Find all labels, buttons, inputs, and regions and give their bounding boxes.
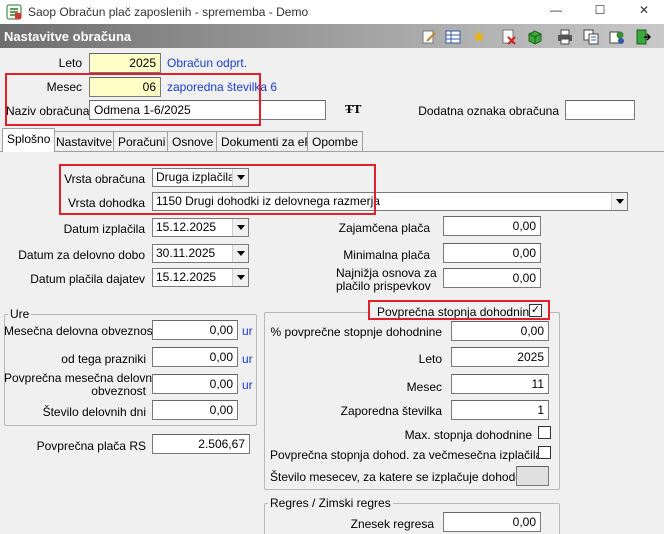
minimalna-input[interactable]: 0,00 bbox=[443, 243, 541, 263]
tab-opombe[interactable]: Opombe bbox=[307, 131, 364, 151]
st-mesecev-label: Število mesecev, za katere se izplačuje … bbox=[270, 470, 528, 484]
exit-icon[interactable] bbox=[634, 29, 652, 45]
placa-rs-label: Povprečna plača RS bbox=[36, 439, 146, 453]
stevilo-dni-label: Število delovnih dni bbox=[42, 405, 146, 419]
datum-delovno-value: 30.11.2025 bbox=[156, 246, 216, 260]
dodatna-oznaka-input[interactable] bbox=[565, 100, 635, 120]
obracun-status: Obračun odprt. bbox=[167, 56, 248, 70]
st-mesecev-input bbox=[516, 466, 549, 486]
copy-icon[interactable] bbox=[582, 29, 600, 45]
znesek-regresa-input[interactable]: 0,00 bbox=[443, 512, 541, 532]
leto-label: Leto bbox=[58, 56, 82, 70]
chevron-down-icon[interactable] bbox=[232, 219, 248, 236]
datum-izplacila-label: Datum izplačila bbox=[63, 222, 145, 236]
edit-icon[interactable] bbox=[420, 29, 438, 45]
prazniki-input[interactable]: 0,00 bbox=[152, 347, 238, 367]
datum-izplacila-value: 15.12.2025 bbox=[156, 220, 217, 234]
placa-rs-input[interactable]: 2.506,67 bbox=[152, 434, 250, 454]
doh-leto-label: Leto bbox=[418, 352, 442, 366]
font-icon[interactable]: T̶T bbox=[345, 103, 361, 116]
ure-title: Ure bbox=[8, 307, 32, 321]
tab-dokumenti[interactable]: Dokumenti za eR bbox=[216, 131, 319, 151]
ure-unit: ur bbox=[242, 324, 253, 338]
star-icon[interactable]: ★ bbox=[470, 29, 488, 46]
ure-unit: ur bbox=[242, 378, 253, 392]
minimize-button[interactable]: — bbox=[546, 3, 566, 17]
chevron-down-icon[interactable] bbox=[611, 193, 627, 210]
close-button[interactable]: ✕ bbox=[634, 3, 654, 17]
pct-dohodnine-input[interactable]: 0,00 bbox=[451, 321, 549, 341]
datum-placila-select[interactable]: 15.12.2025 bbox=[152, 268, 249, 287]
datum-placila-label: Datum plačila dajatev bbox=[30, 272, 145, 286]
pct-dohodnine-label: % povprečne stopnje dohodnine bbox=[270, 325, 442, 339]
ure-unit: ur bbox=[242, 352, 253, 366]
povprecna-obveznost-label-2: obveznost bbox=[91, 384, 146, 398]
doh-mesec-label: Mesec bbox=[406, 380, 442, 394]
zajamcena-label: Zajamčena plača bbox=[338, 221, 430, 235]
tab-poracuni[interactable]: Poračuni bbox=[113, 131, 171, 151]
datum-placila-value: 15.12.2025 bbox=[156, 270, 217, 284]
tab-osnove[interactable]: Osnove bbox=[167, 131, 219, 151]
povprecna-obveznost-label-1: Povprečna mesečna delovna bbox=[4, 371, 159, 385]
povprecna-obveznost-input[interactable]: 0,00 bbox=[152, 374, 238, 394]
app-icon bbox=[6, 4, 22, 20]
tab-splosno[interactable]: Splošno bbox=[2, 128, 56, 152]
highlight-header bbox=[5, 73, 261, 126]
stevilo-dni-input[interactable]: 0,00 bbox=[152, 400, 238, 420]
mesecna-obveznost-input[interactable]: 0,00 bbox=[152, 320, 238, 340]
print-icon[interactable] bbox=[556, 29, 574, 45]
regres-title: Regres / Zimski regres bbox=[268, 496, 393, 510]
highlight-vrsta bbox=[59, 164, 376, 215]
vecmesecna-label: Povprečna stopnja dohod. za večmesečna i… bbox=[270, 448, 543, 462]
tab-nastavitve[interactable]: Nastavitve bbox=[51, 131, 118, 151]
datum-izplacila-select[interactable]: 15.12.2025 bbox=[152, 218, 249, 237]
najnizja-label-1: Najnižja osnova za bbox=[336, 266, 437, 280]
doh-zap-label: Zaporedna številka bbox=[340, 404, 442, 418]
title-bar: Saop Obračun plač zaposlenih - sprememba… bbox=[0, 0, 664, 24]
table-icon[interactable] bbox=[444, 29, 462, 45]
doh-mesec-input[interactable]: 11 bbox=[451, 374, 549, 394]
datum-delovno-label: Datum za delovno dobo bbox=[18, 248, 145, 262]
chevron-down-icon[interactable] bbox=[232, 245, 248, 262]
minimalna-label: Minimalna plača bbox=[343, 248, 430, 262]
vecmesecna-checkbox[interactable] bbox=[538, 446, 551, 459]
datum-delovno-select[interactable]: 30.11.2025 bbox=[152, 244, 249, 263]
leto-input[interactable]: 2025 bbox=[89, 53, 161, 73]
prazniki-label: od tega prazniki bbox=[61, 352, 146, 366]
najnizja-input[interactable]: 0,00 bbox=[443, 268, 541, 288]
chevron-down-icon[interactable] bbox=[232, 269, 248, 286]
panel-title: Nastavitve obračuna bbox=[4, 29, 132, 44]
znesek-regresa-label: Znesek regresa bbox=[350, 517, 434, 531]
maximize-button[interactable]: ☐ bbox=[590, 3, 610, 17]
export-icon[interactable] bbox=[608, 29, 626, 45]
dodatna-oznaka-label: Dodatna oznaka obračuna bbox=[418, 104, 559, 118]
cube-icon[interactable] bbox=[526, 29, 544, 45]
doh-zap-input[interactable]: 1 bbox=[451, 400, 549, 420]
window-title: Saop Obračun plač zaposlenih - sprememba… bbox=[28, 5, 309, 19]
max-stopnja-checkbox[interactable] bbox=[538, 426, 551, 439]
doh-leto-input[interactable]: 2025 bbox=[451, 347, 549, 367]
mesecna-obveznost-label: Mesečna delovna obveznost bbox=[4, 324, 157, 338]
najnizja-label-2: plačilo prispevkov bbox=[336, 279, 431, 293]
delete-icon[interactable] bbox=[500, 29, 518, 45]
highlight-dohodnina bbox=[368, 300, 550, 320]
max-stopnja-label: Max. stopnja dohodnine bbox=[404, 428, 532, 442]
zajamcena-input[interactable]: 0,00 bbox=[443, 216, 541, 236]
